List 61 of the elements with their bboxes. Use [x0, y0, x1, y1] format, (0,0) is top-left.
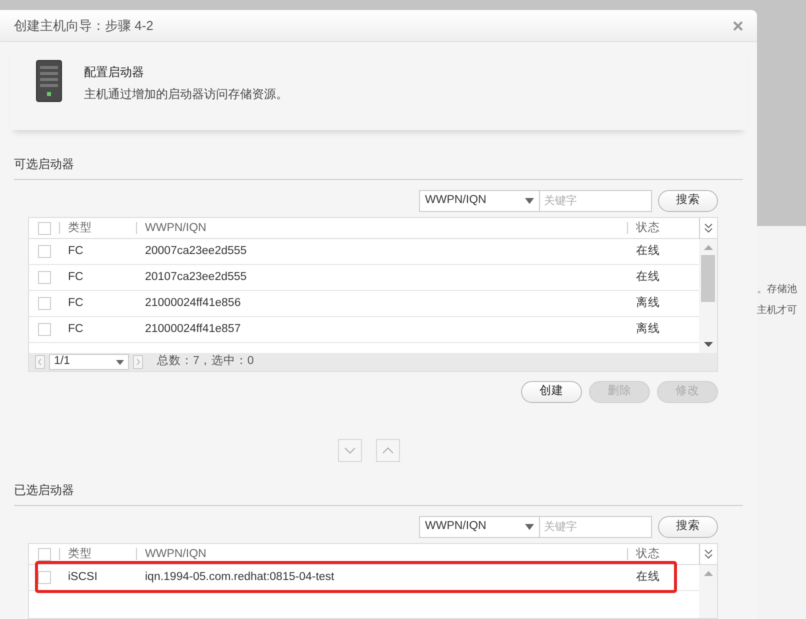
table-cell-text: FC: [67, 244, 84, 259]
table-cell-text: 21000024ff41e857: [144, 322, 242, 337]
table-cell-text: FC: [67, 322, 84, 337]
row-checkbox[interactable]: [38, 297, 50, 310]
search-button[interactable]: 搜索: [658, 516, 718, 538]
move-up-button[interactable]: [376, 439, 400, 462]
table-cell-text: 离线: [635, 295, 661, 311]
row-checkbox[interactable]: [38, 271, 50, 284]
caret-icon: [525, 524, 534, 530]
column-header: 类型: [59, 222, 136, 234]
table-cell-text: iqn.1994-05.com.redhat:0815-04-test: [144, 570, 336, 585]
action-button[interactable]: 创建: [521, 381, 582, 403]
scrollbar[interactable]: [699, 565, 717, 618]
table-cell-text: 20107ca23ee2d555: [144, 270, 248, 285]
table-cell-text: 20007ca23ee2d555: [144, 244, 248, 259]
close-icon[interactable]: [733, 20, 743, 30]
pager-summary: 总数：7，选中：0: [157, 354, 254, 370]
column-header: 状态: [627, 222, 699, 234]
page-select[interactable]: 1/1: [49, 354, 129, 370]
column-header: 状态: [627, 548, 699, 560]
keyword-field[interactable]: 关键字: [540, 516, 652, 538]
table-cell-text: 在线: [635, 244, 661, 259]
background-text: 主机才可: [757, 304, 798, 318]
row-checkbox[interactable]: [38, 245, 50, 258]
table-cell-text: 离线: [635, 321, 661, 337]
field-select[interactable]: WWPN/IQN: [419, 516, 540, 538]
caret-icon: [116, 360, 124, 364]
background-text: 。存储池: [757, 282, 798, 297]
section-title: 已选启动器: [14, 483, 74, 497]
column-header: WWPN/IQN: [136, 548, 627, 560]
scrollbar[interactable]: [699, 239, 717, 353]
step-title: 配置启动器: [84, 64, 145, 81]
scroll-thumb[interactable]: [701, 255, 715, 302]
caret-icon: [525, 198, 534, 204]
expand-icon[interactable]: [704, 549, 713, 559]
select-all-checkbox[interactable]: [38, 222, 50, 234]
window-title: 创建主机向导：步骤 4-2: [14, 16, 154, 35]
table-cell-text: 在线: [635, 270, 661, 285]
server-icon: [36, 60, 62, 102]
field-select[interactable]: WWPN/IQN: [419, 190, 540, 212]
table-cell-text: FC: [67, 296, 84, 311]
scroll-up-icon[interactable]: [704, 571, 712, 576]
expand-icon[interactable]: [704, 223, 713, 233]
select-all-checkbox[interactable]: [38, 548, 50, 560]
section-title: 可选启动器: [14, 157, 74, 171]
row-checkbox[interactable]: [38, 323, 50, 336]
row-checkbox[interactable]: [38, 571, 50, 584]
table-cell-text: FC: [67, 270, 84, 285]
column-header: WWPN/IQN: [136, 222, 627, 234]
table-cell-text: 在线: [635, 570, 661, 585]
move-down-button[interactable]: [338, 439, 362, 462]
previous-page-icon[interactable]: [35, 355, 45, 369]
scroll-up-icon[interactable]: [704, 245, 712, 250]
table-cell-text: iSCSI: [67, 570, 98, 585]
table-cell-text: 21000024ff41e856: [144, 296, 242, 311]
next-page-icon[interactable]: [133, 355, 143, 369]
scroll-down-icon[interactable]: [704, 342, 712, 347]
search-button[interactable]: 搜索: [658, 190, 718, 212]
step-description: 主机通过增加的启动器访问存储资源。: [84, 86, 288, 103]
keyword-field[interactable]: 关键字: [540, 190, 652, 212]
column-header: 类型: [59, 548, 136, 560]
